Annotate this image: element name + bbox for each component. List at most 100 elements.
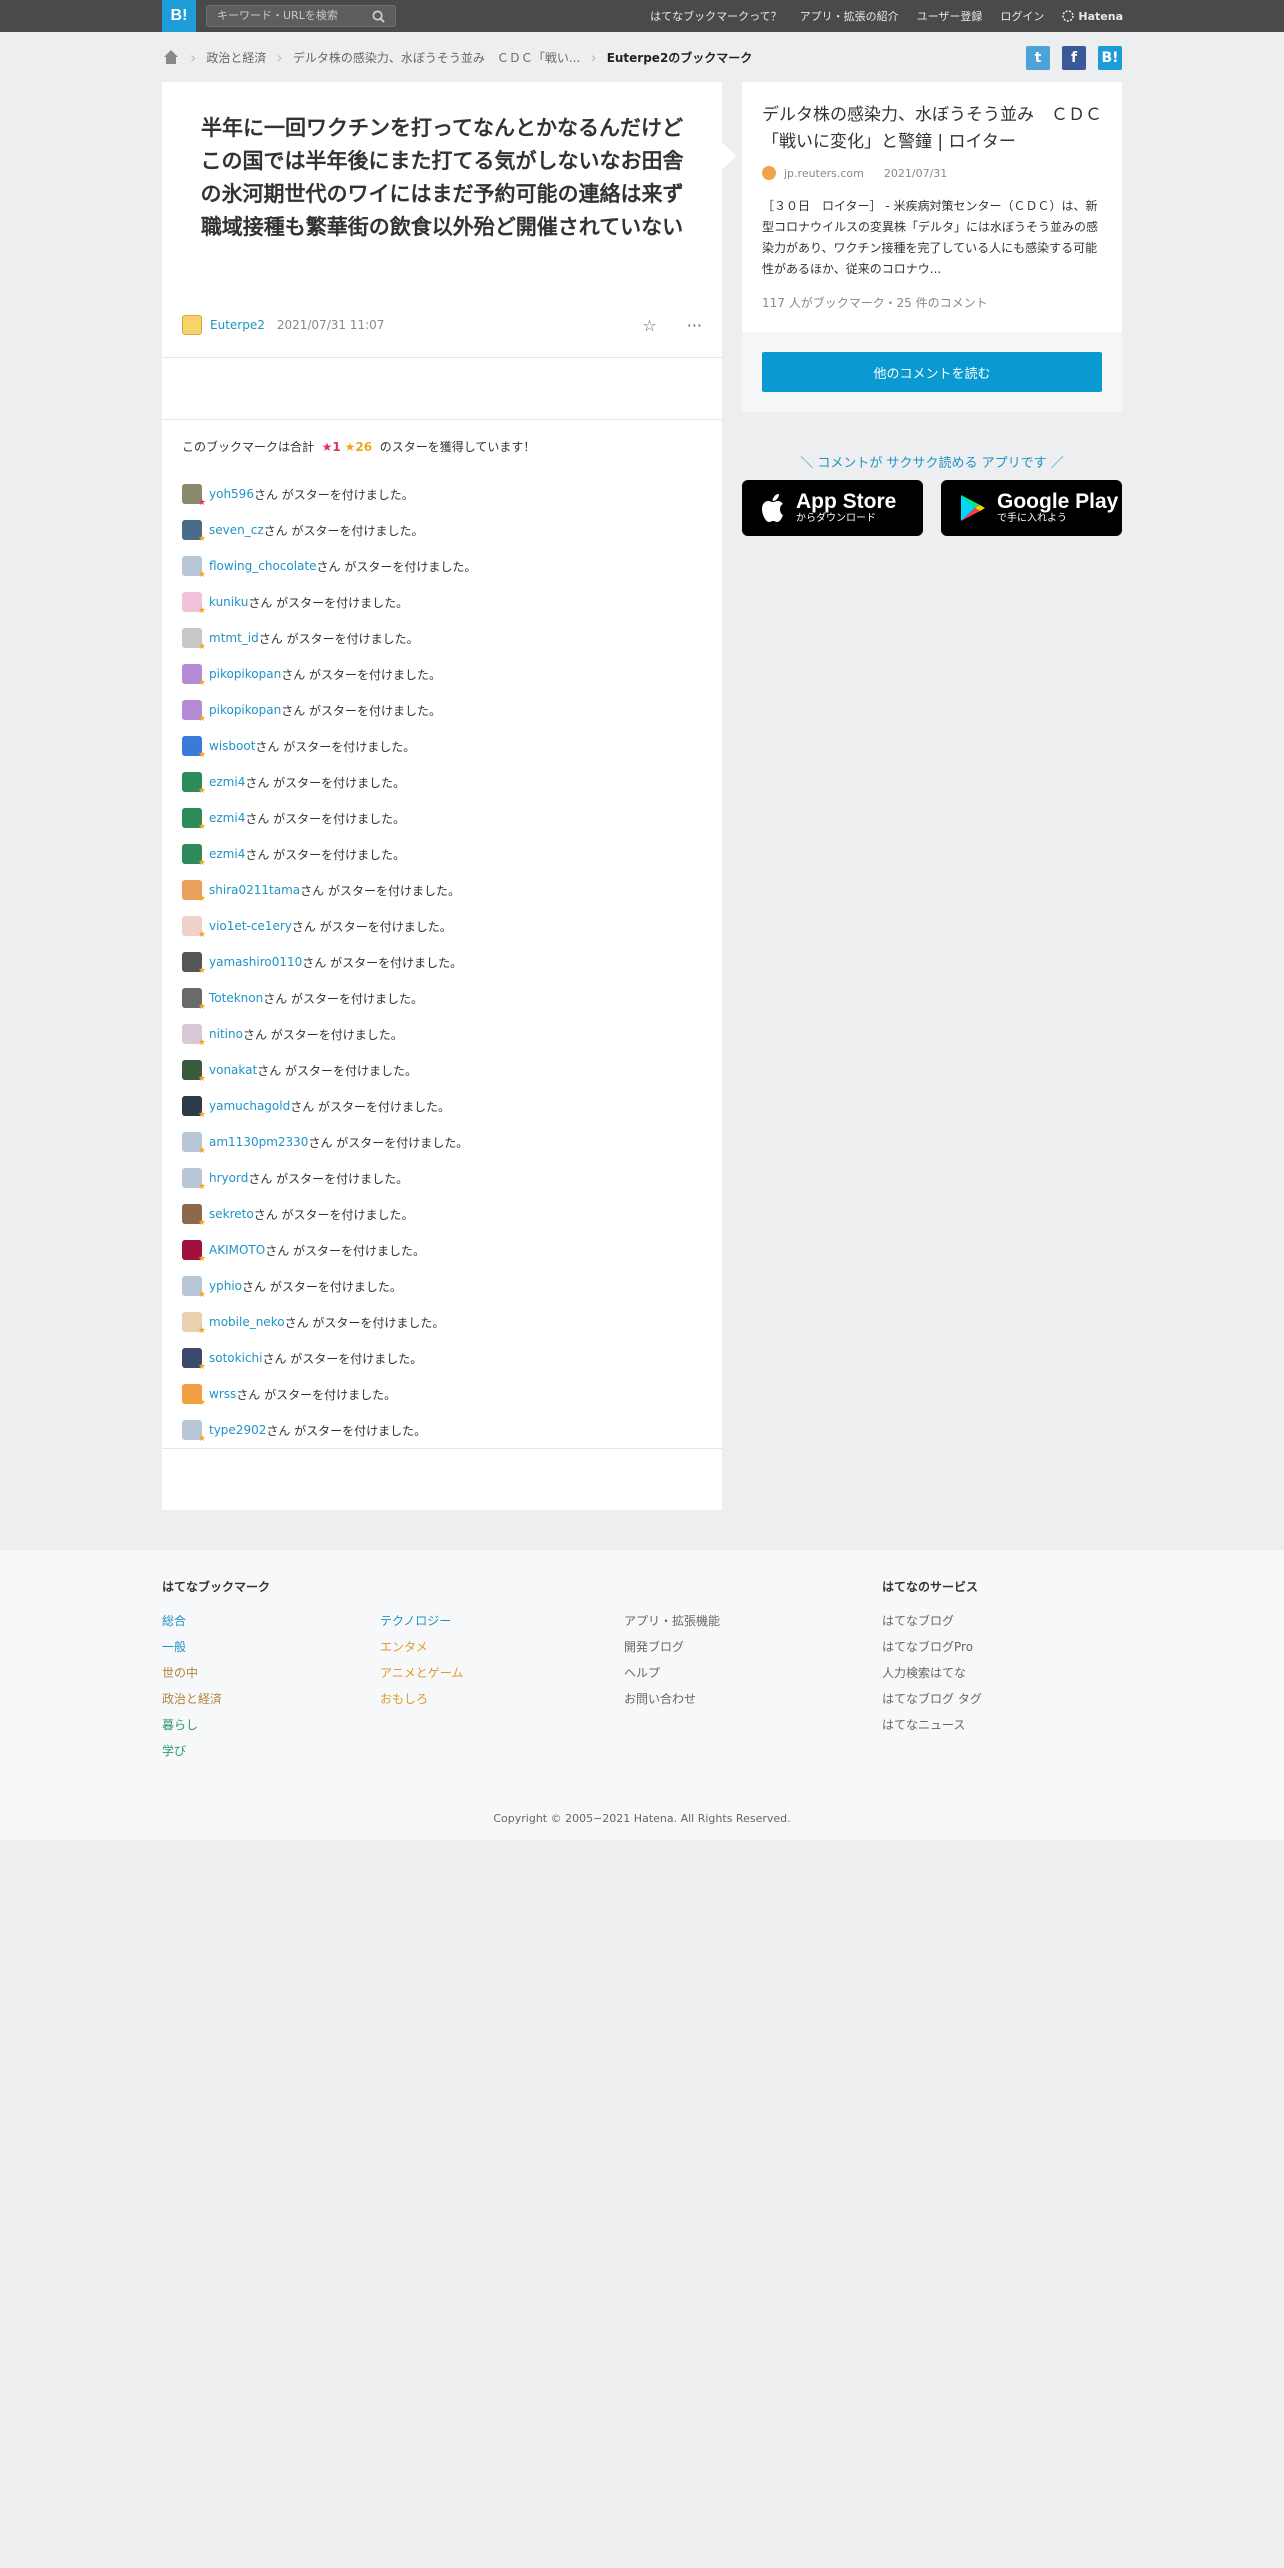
nav-about[interactable]: はてなブックマークって？ [650, 8, 781, 24]
footer-link-entertainment[interactable]: エンタメ [380, 1640, 428, 1654]
star-user-link[interactable]: wisboot [209, 739, 255, 753]
star-user-link[interactable]: vio1et-ce1ery [209, 919, 292, 933]
entry-counts[interactable]: 117 人がブックマーク・25 件のコメント [762, 294, 988, 311]
avatar[interactable]: ★ [182, 1024, 206, 1048]
avatar[interactable]: ★ [182, 700, 206, 724]
star-user-link[interactable]: ezmi4 [209, 811, 245, 825]
footer-link-anime-game[interactable]: アニメとゲーム [380, 1666, 463, 1680]
star-user-link[interactable]: mobile_neko [209, 1315, 285, 1329]
star-user-link[interactable]: pikopikopan [209, 703, 281, 717]
search-input[interactable]: キーワード・URLを検索 [206, 5, 396, 27]
star-user-link[interactable]: vonakat [209, 1063, 257, 1077]
search-icon[interactable] [372, 10, 385, 23]
star-user-link[interactable]: hryord [209, 1171, 248, 1185]
avatar[interactable]: ★ [182, 1060, 206, 1084]
bookmark-user-link[interactable]: Euterpe2 [210, 318, 265, 332]
facebook-share-button[interactable]: f [1062, 46, 1086, 70]
hatena-brand-logo[interactable]: Hatena [1062, 10, 1123, 23]
app-store-button[interactable]: App Store からダウンロード [742, 480, 923, 536]
avatar[interactable]: ★ [182, 664, 206, 688]
avatar[interactable]: ★ [182, 880, 206, 904]
more-menu-icon[interactable]: ··· [687, 316, 702, 335]
avatar[interactable]: ★ [182, 1204, 206, 1228]
footer-link-fun[interactable]: おもしろ [380, 1692, 428, 1706]
footer-link-politics[interactable]: 政治と経済 [162, 1692, 222, 1706]
avatar[interactable]: ★ [182, 1276, 206, 1300]
avatar[interactable]: ★ [182, 628, 206, 652]
star-user-link[interactable]: flowing_chocolate [209, 559, 317, 573]
avatar[interactable]: ★ [182, 1168, 206, 1192]
nav-apps[interactable]: アプリ・拡張の紹介 [800, 8, 899, 24]
google-play-button[interactable]: Google Play で手に入れよう [941, 480, 1122, 536]
footer-link-dev-blog[interactable]: 開発ブログ [624, 1640, 684, 1654]
star-user-link[interactable]: mtmt_id [209, 631, 259, 645]
entry-title[interactable]: デルタ株の感染力、水ぼうそう並み ＣＤＣ「戦いに変化」と警鐘 | ロイター [762, 102, 1102, 156]
star-user-link[interactable]: yphio [209, 1279, 242, 1293]
breadcrumb-entry[interactable]: デルタ株の感染力、水ぼうそう並み ＣＤＣ「戦い... [293, 49, 580, 66]
star-user-row: ★ vonakat さん がスターを付けました。 [182, 1052, 702, 1088]
avatar[interactable]: ★ [182, 520, 206, 544]
read-comments-button[interactable]: 他のコメントを読む [762, 352, 1102, 392]
nav-login[interactable]: ログイン [1000, 8, 1044, 24]
avatar[interactable]: ★ [182, 1348, 206, 1372]
avatar[interactable]: ★ [182, 1096, 206, 1120]
star-user-link[interactable]: ezmi4 [209, 847, 245, 861]
avatar[interactable]: ★ [182, 736, 206, 760]
avatar[interactable]: ★ [182, 592, 206, 616]
hatena-bookmark-logo[interactable]: B! [162, 0, 196, 32]
avatar[interactable]: ★ [182, 484, 206, 508]
avatar[interactable]: ★ [182, 1420, 206, 1444]
breadcrumb-category[interactable]: 政治と経済 [206, 49, 266, 66]
footer-link-overall[interactable]: 総合 [162, 1614, 186, 1628]
footer-link-news[interactable]: はてなニュース [882, 1718, 965, 1732]
footer-link-blog[interactable]: はてなブログ [882, 1614, 954, 1628]
footer-link-tech[interactable]: テクノロジー [380, 1614, 451, 1628]
footer-link-blog-pro[interactable]: はてなブログPro [882, 1640, 973, 1654]
add-star-icon[interactable]: ☆ [642, 316, 656, 335]
nav-register[interactable]: ユーザー登録 [917, 8, 983, 24]
star-user-link[interactable]: seven_cz [209, 523, 264, 537]
star-user-link[interactable]: shira0211tama [209, 883, 300, 897]
twitter-share-button[interactable]: t [1026, 46, 1050, 70]
avatar[interactable]: ★ [182, 1240, 206, 1264]
star-user-row: ★ type2902 さん がスターを付けました。 [182, 1412, 702, 1448]
avatar[interactable]: ★ [182, 772, 206, 796]
star-user-link[interactable]: type2902 [209, 1423, 266, 1437]
star-user-link[interactable]: nitino [209, 1027, 243, 1041]
star-user-link[interactable]: ezmi4 [209, 775, 245, 789]
avatar[interactable]: ★ [182, 1312, 206, 1336]
bookmark-date: 2021/07/31 11:07 [276, 318, 385, 332]
avatar[interactable]: ★ [182, 844, 206, 868]
footer-link-learning[interactable]: 学び [162, 1744, 186, 1758]
footer-link-blog-tag[interactable]: はてなブログ タグ [882, 1692, 982, 1706]
footer-link-life[interactable]: 暮らし [162, 1718, 198, 1732]
star-user-link[interactable]: yamuchagold [209, 1099, 290, 1113]
star-user-link[interactable]: am1130pm2330 [209, 1135, 308, 1149]
entry-source[interactable]: jp.reuters.com [784, 167, 864, 180]
footer-link-help[interactable]: ヘルプ [624, 1666, 660, 1680]
footer-link-contact[interactable]: お問い合わせ [624, 1692, 696, 1706]
avatar[interactable]: ★ [182, 808, 206, 832]
avatar[interactable]: ★ [182, 952, 206, 976]
star-user-link[interactable]: kuniku [209, 595, 248, 609]
star-user-link[interactable]: yoh596 [209, 487, 254, 501]
star-user-link[interactable]: wrss [209, 1387, 236, 1401]
footer-link-apps[interactable]: アプリ・拡張機能 [624, 1614, 720, 1628]
hatena-share-button[interactable]: B! [1098, 46, 1122, 70]
star-user-link[interactable]: Toteknon [209, 991, 263, 1005]
footer-link-society[interactable]: 世の中 [162, 1666, 198, 1680]
star-user-link[interactable]: AKIMOTO [209, 1243, 265, 1257]
footer-link-general[interactable]: 一般 [162, 1640, 186, 1654]
avatar[interactable] [182, 315, 202, 335]
avatar[interactable]: ★ [182, 1132, 206, 1156]
home-icon[interactable] [162, 48, 180, 66]
avatar[interactable]: ★ [182, 988, 206, 1012]
footer-link-jinriki[interactable]: 人力検索はてな [882, 1666, 966, 1680]
avatar[interactable]: ★ [182, 916, 206, 940]
avatar[interactable]: ★ [182, 556, 206, 580]
star-user-link[interactable]: yamashiro0110 [209, 955, 302, 969]
avatar[interactable]: ★ [182, 1384, 206, 1408]
star-user-link[interactable]: sekreto [209, 1207, 254, 1221]
star-user-link[interactable]: sotokichi [209, 1351, 262, 1365]
star-user-link[interactable]: pikopikopan [209, 667, 281, 681]
